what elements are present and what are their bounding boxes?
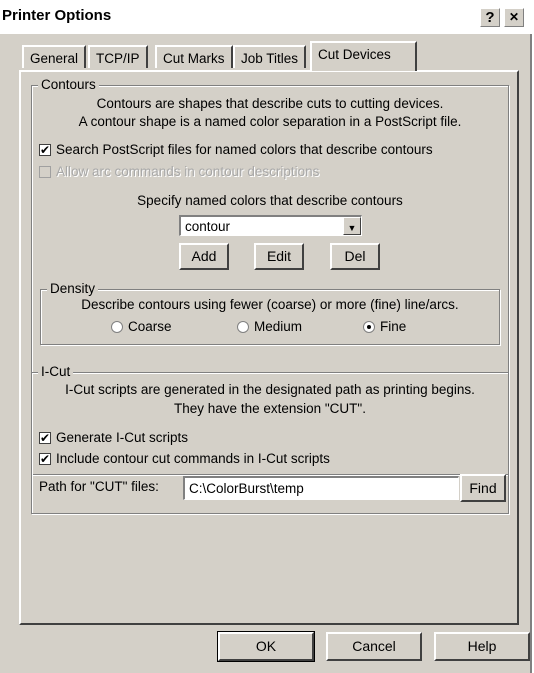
include-contour-label: Include contour cut commands in I-Cut sc… [56,451,330,466]
tab-tcp-ip[interactable]: TCP/IP [88,45,148,68]
radio-circle[interactable] [237,320,249,333]
allow-arc-label: Allow arc commands in contour descriptio… [56,164,320,179]
tab-panel: Contours Contours are shapes that descri… [19,70,519,625]
radio-fine-label: Fine [380,319,407,334]
checkbox-box[interactable] [39,141,51,159]
help-button[interactable]: Help [434,632,530,661]
contours-description-1: Contours are shapes that describe cuts t… [96,96,444,111]
density-description: Describe contours using fewer (coarse) o… [81,297,459,312]
search-postscript-label: Search PostScript files for named colors… [56,142,433,157]
path-input[interactable]: C:\ColorBurst\temp [183,476,459,500]
generate-icut-label: Generate I-Cut scripts [56,430,189,445]
cancel-button[interactable]: Cancel [326,632,422,661]
add-button[interactable]: Add [179,243,229,270]
del-button[interactable]: Del [330,243,380,270]
tab-general[interactable]: General [22,45,87,68]
checkbox-box[interactable] [39,165,51,178]
checkbox-box[interactable] [39,429,51,447]
search-postscript-checkbox[interactable]: Search PostScript files for named colors… [39,141,433,159]
specify-named-colors-label: Specify named colors that describe conto… [137,193,403,208]
include-contour-checkbox[interactable]: Include contour cut commands in I-Cut sc… [39,450,330,468]
radio-circle[interactable] [111,320,123,333]
named-color-value: contour [185,219,231,234]
radio-fine[interactable]: Fine [363,319,406,334]
help-title-button[interactable]: ? [480,8,500,27]
radio-medium-label: Medium [254,319,303,334]
allow-arc-checkbox[interactable]: Allow arc commands in contour descriptio… [39,164,319,179]
close-icon[interactable]: ✕ [504,8,524,27]
checkbox-box[interactable] [39,450,51,468]
tab-cut-devices[interactable]: Cut Devices [310,41,417,71]
icut-legend: I-Cut [38,364,74,379]
named-color-dropdown[interactable]: contour ▼ [179,215,362,236]
window-title: Printer Options [2,7,112,24]
radio-coarse[interactable]: Coarse [111,319,172,334]
path-label-text: Path for "CUT" files: [39,479,159,494]
density-legend: Density [47,281,99,296]
title-bar: Printer Options ? ✕ [0,0,532,34]
tab-job-titles[interactable]: Job Titles [233,45,307,68]
tab-cut-marks[interactable]: Cut Marks [155,45,233,68]
path-label: Path for "CUT" files: [39,479,159,494]
contours-legend: Contours [38,77,99,92]
radio-coarse-label: Coarse [128,319,172,334]
icut-description-2: They have the extension "CUT". [174,401,366,416]
contours-description-2: A contour shape is a named color separat… [78,114,462,129]
find-button[interactable]: Find [460,474,506,502]
radio-medium[interactable]: Medium [237,319,302,334]
printer-options-dialog: Printer Options ? ✕ General TCP/IP Cut M… [0,0,532,673]
ok-button[interactable]: OK [217,631,315,662]
icut-group: I-Cut I-Cut scripts are generated in the… [31,364,509,514]
icut-description-1: I-Cut scripts are generated in the desig… [65,382,475,397]
edit-button[interactable]: Edit [254,243,304,270]
generate-icut-checkbox[interactable]: Generate I-Cut scripts [39,429,189,447]
radio-circle[interactable] [363,320,375,333]
density-group: Density Describe contours using fewer (c… [40,281,500,345]
chevron-down-icon[interactable]: ▼ [343,217,361,235]
